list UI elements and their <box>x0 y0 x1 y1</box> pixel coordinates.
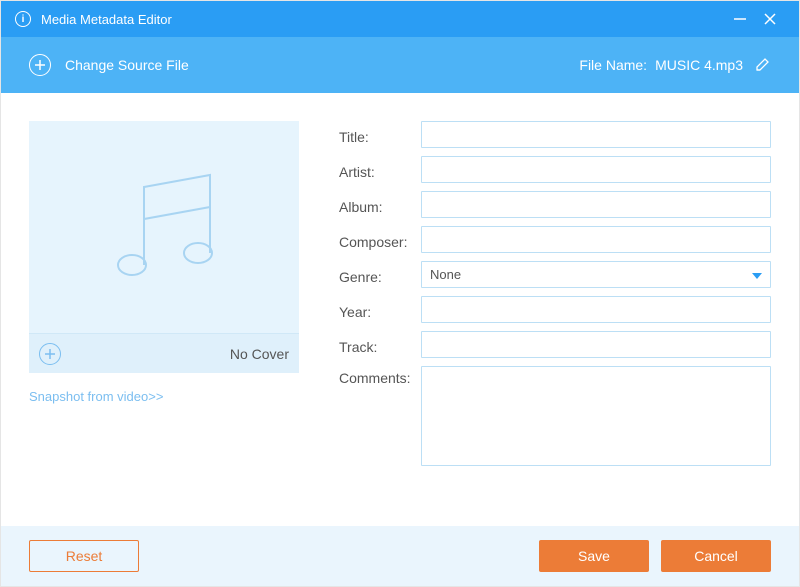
snapshot-from-video-link[interactable]: Snapshot from video>> <box>29 389 299 404</box>
music-note-icon <box>94 157 234 297</box>
metadata-form: Title: Artist: Album: Composer: Genre: N… <box>339 121 771 516</box>
filename-label: File Name: <box>579 57 647 73</box>
sub-header: Change Source File File Name: MUSIC 4.mp… <box>1 37 799 93</box>
info-icon: i <box>15 11 31 27</box>
content-area: No Cover Snapshot from video>> Title: Ar… <box>1 93 799 526</box>
composer-label: Composer: <box>339 230 421 250</box>
add-cover-button[interactable] <box>39 343 61 365</box>
close-button[interactable] <box>755 1 785 37</box>
title-bar: i Media Metadata Editor <box>1 1 799 37</box>
cover-column: No Cover Snapshot from video>> <box>29 121 299 516</box>
change-source-label[interactable]: Change Source File <box>65 57 579 73</box>
title-label: Title: <box>339 125 421 145</box>
app-window: i Media Metadata Editor Change Source Fi… <box>0 0 800 587</box>
album-input[interactable] <box>421 191 771 218</box>
reset-button[interactable]: Reset <box>29 540 139 572</box>
cover-footer: No Cover <box>29 333 299 373</box>
cover-art-placeholder <box>29 121 299 333</box>
close-icon <box>763 12 777 26</box>
save-button[interactable]: Save <box>539 540 649 572</box>
artist-input[interactable] <box>421 156 771 183</box>
track-input[interactable] <box>421 331 771 358</box>
genre-value: None <box>430 267 461 282</box>
window-title: Media Metadata Editor <box>41 12 725 27</box>
plus-icon <box>44 348 56 360</box>
genre-label: Genre: <box>339 265 421 285</box>
comments-label: Comments: <box>339 366 421 386</box>
footer-bar: Reset Save Cancel <box>1 526 799 586</box>
artist-label: Artist: <box>339 160 421 180</box>
minimize-icon <box>733 12 747 26</box>
change-source-button[interactable] <box>29 54 51 76</box>
plus-icon <box>34 59 46 71</box>
edit-filename-button[interactable] <box>755 56 771 75</box>
composer-input[interactable] <box>421 226 771 253</box>
year-label: Year: <box>339 300 421 320</box>
genre-select[interactable]: None <box>421 261 771 288</box>
title-input[interactable] <box>421 121 771 148</box>
cancel-button[interactable]: Cancel <box>661 540 771 572</box>
no-cover-label: No Cover <box>230 346 289 362</box>
minimize-button[interactable] <box>725 1 755 37</box>
filename-value: MUSIC 4.mp3 <box>655 57 743 73</box>
year-input[interactable] <box>421 296 771 323</box>
pencil-icon <box>755 56 771 72</box>
album-label: Album: <box>339 195 421 215</box>
comments-input[interactable] <box>421 366 771 466</box>
cover-box: No Cover <box>29 121 299 373</box>
chevron-down-icon <box>752 267 762 282</box>
track-label: Track: <box>339 335 421 355</box>
